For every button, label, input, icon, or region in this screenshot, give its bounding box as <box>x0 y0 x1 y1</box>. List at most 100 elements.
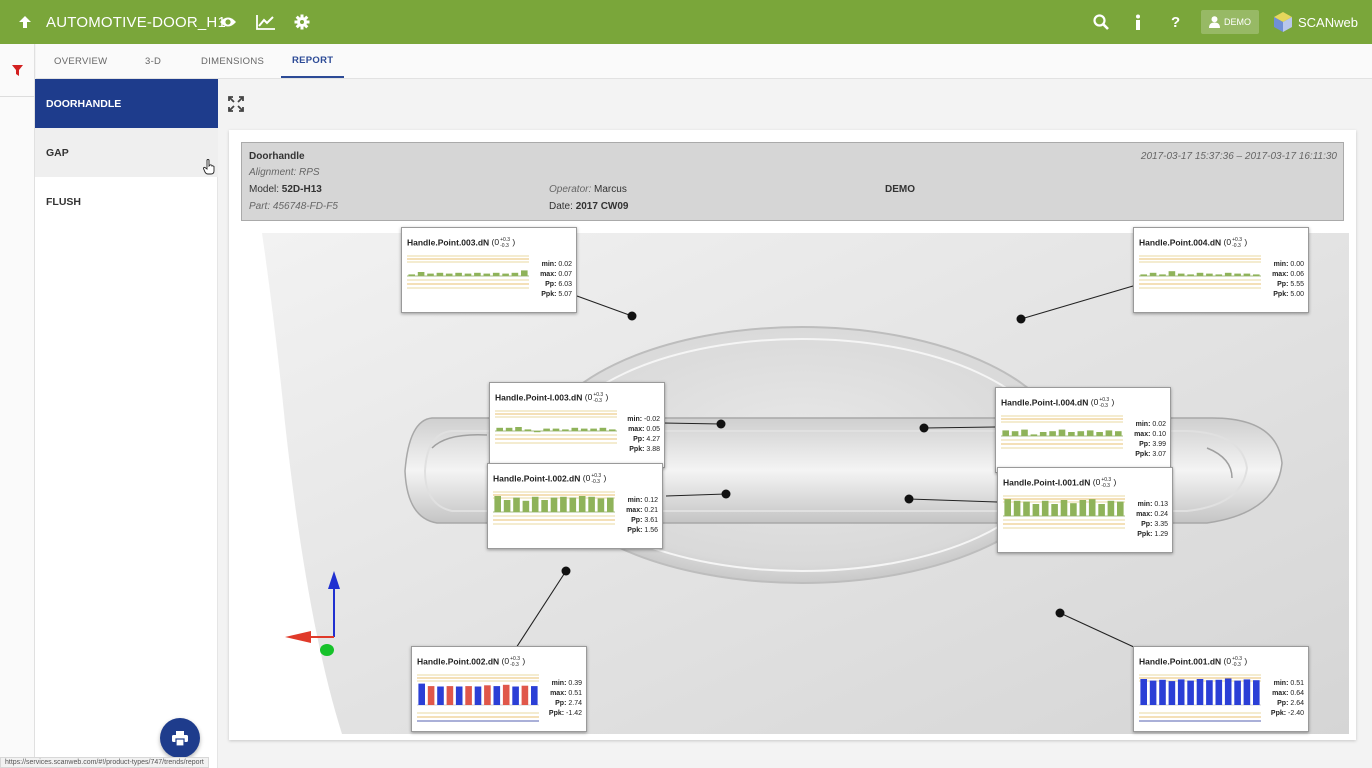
trend-bar <box>1206 273 1213 276</box>
trend-bar <box>515 427 522 431</box>
stat-max: 0.10 <box>1152 431 1166 438</box>
trend-bar <box>1107 500 1115 516</box>
trend-bar <box>1117 501 1124 516</box>
help-icon[interactable]: ? <box>1171 0 1180 44</box>
measurement-card[interactable]: Handle.Point.004.dN (0 +0.3 -0.3 ) min: 0.… <box>1133 227 1309 313</box>
trend-bar <box>560 496 567 512</box>
measurement-stats: min: 0.02 max: 0.07 Pp: 6.03 Ppk: 5.07 <box>540 261 572 298</box>
filter-toggle[interactable] <box>0 44 35 97</box>
filter-rail <box>0 44 35 768</box>
trend-bar <box>511 272 519 276</box>
mini-trend-chart <box>407 255 529 289</box>
trend-bar <box>562 429 569 431</box>
operator-label: Operator: <box>549 184 592 195</box>
print-button[interactable] <box>160 718 200 758</box>
trend-bar <box>521 685 529 705</box>
tab-3d[interactable]: 3-D <box>145 44 161 78</box>
measurement-stats: min: 0.02 max: 0.10 Pp: 3.99 Ppk: 3.07 <box>1134 421 1166 458</box>
measurement-stats: min: 0.39 max: 0.51 Pp: 2.74 Ppk: -1.42 <box>548 680 582 717</box>
trend-bar <box>465 686 472 705</box>
measurement-stats: min: 0.12 max: 0.21 Pp: 3.61 Ppk: 1.56 <box>626 497 658 534</box>
printer-icon <box>172 730 188 746</box>
measurement-title: Handle.Point-I.001.dN <box>1003 477 1091 488</box>
trend-bar <box>1098 504 1105 516</box>
trend-bar <box>1011 431 1019 436</box>
search-icon[interactable] <box>1093 0 1109 44</box>
arrow-up-icon[interactable] <box>18 0 32 44</box>
trend-bar <box>1030 434 1038 436</box>
trend-bar <box>1215 679 1223 705</box>
tolerance-lower: -0.3 <box>593 398 602 404</box>
stat-max: 0.51 <box>568 690 582 697</box>
sidebar-item-flush[interactable]: FLUSH <box>35 177 218 226</box>
trend-bar <box>1196 679 1204 705</box>
trend-bar <box>436 272 444 276</box>
trend-bar <box>417 272 425 276</box>
measurement-card[interactable]: Handle.Point.002.dN (0 +0.3 -0.3 ) min: 0.… <box>411 646 587 732</box>
nominal-value: 0 <box>585 473 591 484</box>
stat-pp: 5.55 <box>1290 281 1304 288</box>
trend-bar <box>513 497 520 512</box>
report-name: Doorhandle <box>249 151 305 162</box>
trend-bar <box>1159 679 1166 705</box>
trend-bar <box>1060 500 1068 516</box>
alignment-value: RPS <box>299 167 320 178</box>
trend-bar <box>445 273 453 276</box>
trend-bar <box>1187 680 1194 705</box>
tab-report[interactable]: REPORT <box>281 44 345 78</box>
trend-bar <box>609 429 616 431</box>
tab-dimensions[interactable]: DIMENSIONS <box>201 44 264 78</box>
sidebar: DOORHANDLE GAP FLUSH <box>35 79 218 768</box>
trend-bar <box>1013 500 1021 516</box>
stat-pp: 3.35 <box>1154 521 1168 528</box>
trend-bar <box>533 431 541 433</box>
stat-max: 0.21 <box>644 507 658 514</box>
alignment-label: Alignment: <box>249 167 297 178</box>
trend-bar <box>455 686 463 705</box>
trend-chart-icon[interactable] <box>256 0 276 44</box>
trend-bar <box>522 500 530 512</box>
tolerance-lower: -0.3 <box>1232 243 1241 249</box>
top-bar: AUTOMOTIVE-DOOR_H1 ? DEMO SCANweb <box>0 0 1372 44</box>
nominal-value: 0 <box>494 237 500 248</box>
trend-bar <box>1096 432 1103 436</box>
trend-bar <box>550 497 558 512</box>
measurement-card[interactable]: Handle.Point-I.004.dN (0 +0.3 -0.3 ) min: … <box>995 387 1171 473</box>
stat-min: 0.02 <box>1152 421 1166 428</box>
trend-bar <box>437 686 444 705</box>
measurement-card[interactable]: Handle.Point-I.002.dN (0 +0.3 -0.3 ) min: … <box>487 463 663 549</box>
stat-pp: 3.99 <box>1152 441 1166 448</box>
nominal-value: 0 <box>1095 477 1101 488</box>
nominal-value: 0 <box>1093 397 1099 408</box>
gear-icon[interactable] <box>294 0 310 44</box>
part-value: 456748-FD-F5 <box>272 201 338 212</box>
measurement-card[interactable]: Handle.Point-I.001.dN (0 +0.3 -0.3 ) min: … <box>997 467 1173 553</box>
trend-bar <box>580 428 588 431</box>
sidebar-item-doorhandle[interactable]: DOORHANDLE <box>35 79 218 128</box>
eye-icon[interactable] <box>219 0 237 44</box>
mini-trend-chart <box>1003 495 1125 529</box>
measurement-stats: min: 0.51 max: 0.64 Pp: 2.64 Ppk: -2.40 <box>1270 680 1304 717</box>
measurement-card[interactable]: Handle.Point.001.dN (0 +0.3 -0.3 ) min: 0.… <box>1133 646 1309 732</box>
tab-overview[interactable]: OVERVIEW <box>54 44 107 78</box>
fullscreen-icon[interactable] <box>228 96 246 114</box>
nominal-value: 0 <box>587 392 593 403</box>
trend-bar <box>1105 430 1113 436</box>
sidebar-item-gap[interactable]: GAP <box>35 128 218 177</box>
trend-bar <box>492 272 500 276</box>
mini-trend-chart <box>417 674 539 722</box>
stat-min: -0.02 <box>644 416 660 423</box>
measurement-card[interactable]: Handle.Point.003.dN (0 +0.3 -0.3 ) min: 0.… <box>401 227 577 313</box>
tolerance-lower: -0.3 <box>510 662 519 668</box>
stat-max: 0.06 <box>1290 271 1304 278</box>
trend-bar <box>427 273 434 276</box>
trend-bar <box>1004 499 1011 516</box>
trend-bar <box>505 427 513 431</box>
info-icon[interactable] <box>1134 0 1142 44</box>
trend-bar <box>464 273 472 276</box>
user-menu-button[interactable]: DEMO <box>1201 10 1259 34</box>
measurement-card[interactable]: Handle.Point-I.003.dN (0 +0.3 -0.3 ) min: … <box>489 382 665 468</box>
trend-bar <box>496 427 503 431</box>
trend-bar <box>571 427 579 431</box>
trend-bar <box>1049 431 1056 436</box>
